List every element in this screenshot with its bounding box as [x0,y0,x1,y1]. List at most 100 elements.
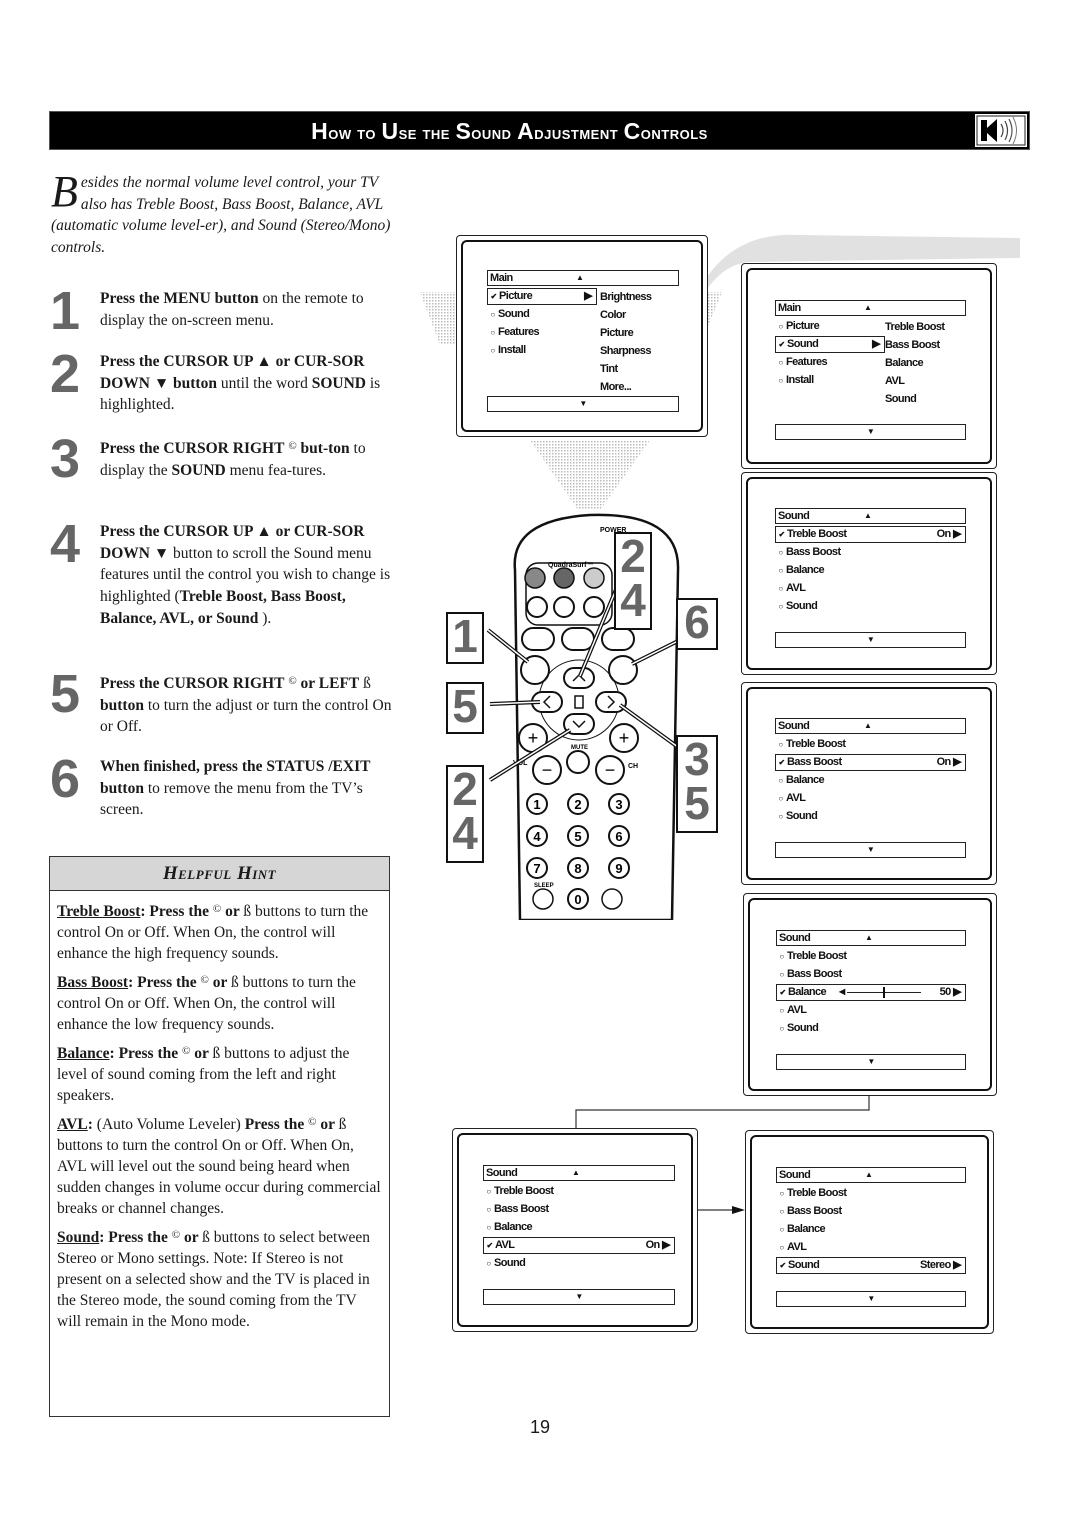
mute-label: MUTE [571,745,588,751]
menu-item-label: Picture [786,320,820,332]
page-number: 19 [529,1417,551,1437]
slider-left-arrow-icon: ◀ [839,987,845,996]
menu-item-treble-boost[interactable]: ○ Treble Boost [775,736,966,753]
up-arrow-icon: ▲ [864,511,872,520]
bullet-icon: ○ [778,740,783,749]
menu-header-title: Sound [778,720,810,732]
menu-item-bass-boost[interactable]: ○ Bass Boost [775,544,966,561]
menu-item-label: Install [786,374,814,386]
cursor-up-button [563,667,595,689]
menu-item-install[interactable]: ○ Install [487,342,597,359]
svg-text:+: + [619,728,630,748]
menu-item-sound[interactable]: ○ Sound [487,306,597,323]
quadrasurf-label: QuadraSurf™ [548,562,594,569]
menu-item-treble-boost[interactable]: ○ Treble Boost [776,948,966,965]
menu-item-balance[interactable]: ✔ Balance ◀ 50 ▶ [776,984,966,1001]
sleep-button [532,888,554,910]
menu-item-sound[interactable]: ✔ Sound ▶ [775,336,885,353]
bullet-icon: ○ [779,1024,784,1033]
menu-item-avl[interactable]: ✔ AVL On ▶ [483,1237,675,1254]
menu-item-value: On ▶ [936,528,962,540]
menu-item-treble-boost[interactable]: ○ Treble Boost [483,1183,675,1200]
surf-button [601,627,635,651]
menu-item-sound[interactable]: ✔ Sound Stereo ▶ [776,1257,966,1274]
menu-footer: ▼ [776,1291,966,1307]
menu-item-bass-boost[interactable]: ✔ Bass Boost On ▶ [775,754,966,771]
menu-item-avl[interactable]: ○ AVL [775,790,966,807]
bullet-icon: ○ [779,970,784,979]
bullet-icon: ○ [778,812,783,821]
menu-header: Sound ▲ [775,508,966,524]
bullet-icon: ○ [778,602,783,611]
info-button [561,627,595,651]
bullet-icon: ○ [778,584,783,593]
menu-item-features[interactable]: ○ Features [487,324,597,341]
menu-item-label: Balance [786,774,825,786]
menu-item-avl[interactable]: ○ AVL [776,1002,966,1019]
up-arrow-icon: ▲ [572,1168,580,1177]
menu-item-label: Picture [499,290,533,302]
bullet-icon: ○ [778,322,783,331]
menu-item-value: On ▶ [936,756,962,768]
menu-item-balance[interactable]: ○ Balance [776,1221,966,1238]
menu-item-label: Bass Boost [787,968,842,980]
menu-item-bass-boost[interactable]: ○ Bass Boost [776,1203,966,1220]
checkmark-icon: ✔ [778,340,785,349]
menu-item-install[interactable]: ○ Install [775,372,885,389]
menu-item-sound[interactable]: ○ Sound [483,1255,675,1272]
menu-item-balance[interactable]: ○ Balance [775,562,966,579]
menu-item-label: AVL [786,792,806,804]
submenu-item: Brightness [600,291,652,303]
red-button [524,567,546,589]
menu-item-label: Treble Boost [786,738,846,750]
menu-item-sound[interactable]: ○ Sound [775,808,966,825]
menu-header-title: Sound [779,1169,811,1181]
balance-slider[interactable]: ◀ [839,987,921,998]
menu-item-picture[interactable]: ✔ Picture ▶ [487,288,597,305]
submenu-item: Balance [885,357,924,369]
digit-label: 5 [574,829,581,844]
osd-menu: Sound ▲ ○ Treble Boost ○ Bass Boost ✔ Balance ◀ 5… [776,930,966,1090]
menu-item-treble-boost[interactable]: ✔ Treble Boost On ▶ [775,526,966,543]
menu-item-label: AVL [495,1239,515,1251]
menu-item-label: Treble Boost [787,528,847,540]
down-arrow-icon: ▼ [867,1294,875,1303]
slider-knob[interactable] [883,987,885,998]
menu-item-sound[interactable]: ○ Sound [775,598,966,615]
menu-item-label: Sound [786,600,818,612]
menu-item-picture[interactable]: ○ Picture [775,318,885,335]
menu-item-treble-boost[interactable]: ○ Treble Boost [776,1185,966,1202]
yellow-button [583,567,605,589]
callout-steps-2-4-top: 2 4 [614,532,652,630]
menu-header: Sound ▲ [775,718,966,734]
menu-item-bass-boost[interactable]: ○ Bass Boost [776,966,966,983]
menu-footer: ▼ [775,632,966,648]
menu-item-balance[interactable]: ○ Balance [483,1219,675,1236]
menu-item-avl[interactable]: ○ AVL [776,1239,966,1256]
menu-item-features[interactable]: ○ Features [775,354,885,371]
up-arrow-icon: ▲ [865,933,873,942]
checkmark-icon: ✔ [778,758,785,767]
menu-item-avl[interactable]: ○ AVL [775,580,966,597]
menu-item-sound[interactable]: ○ Sound [776,1020,966,1037]
osd-menu: Main ▲ ✔ Picture ▶ ○ Sound ○ Features ○ Install Bri… [487,270,679,430]
down-arrow-icon: ▼ [866,427,875,436]
aux-button [521,627,555,651]
menu-item-label: Sound [787,338,819,350]
bullet-icon: ○ [486,1205,491,1214]
submenu-item: Color [600,309,626,321]
bullet-icon: ○ [778,776,783,785]
checkmark-icon: ✔ [486,1241,493,1250]
bullet-icon: ○ [779,1207,784,1216]
freeze-button [583,596,605,618]
menu-item-label: Sound [786,810,818,822]
menu-header-title: Sound [779,932,811,944]
menu-item-label: Bass Boost [786,546,841,558]
menu-item-label: Treble Boost [787,950,847,962]
green-button [553,567,575,589]
menu-item-label: Features [498,326,540,338]
osd-menu: Sound ▲ ○ Treble Boost ○ Bass Boost ○ Balance ✔ A… [483,1165,675,1325]
menu-item-bass-boost[interactable]: ○ Bass Boost [483,1201,675,1218]
digit-label: 6 [615,829,622,844]
menu-item-balance[interactable]: ○ Balance [775,772,966,789]
